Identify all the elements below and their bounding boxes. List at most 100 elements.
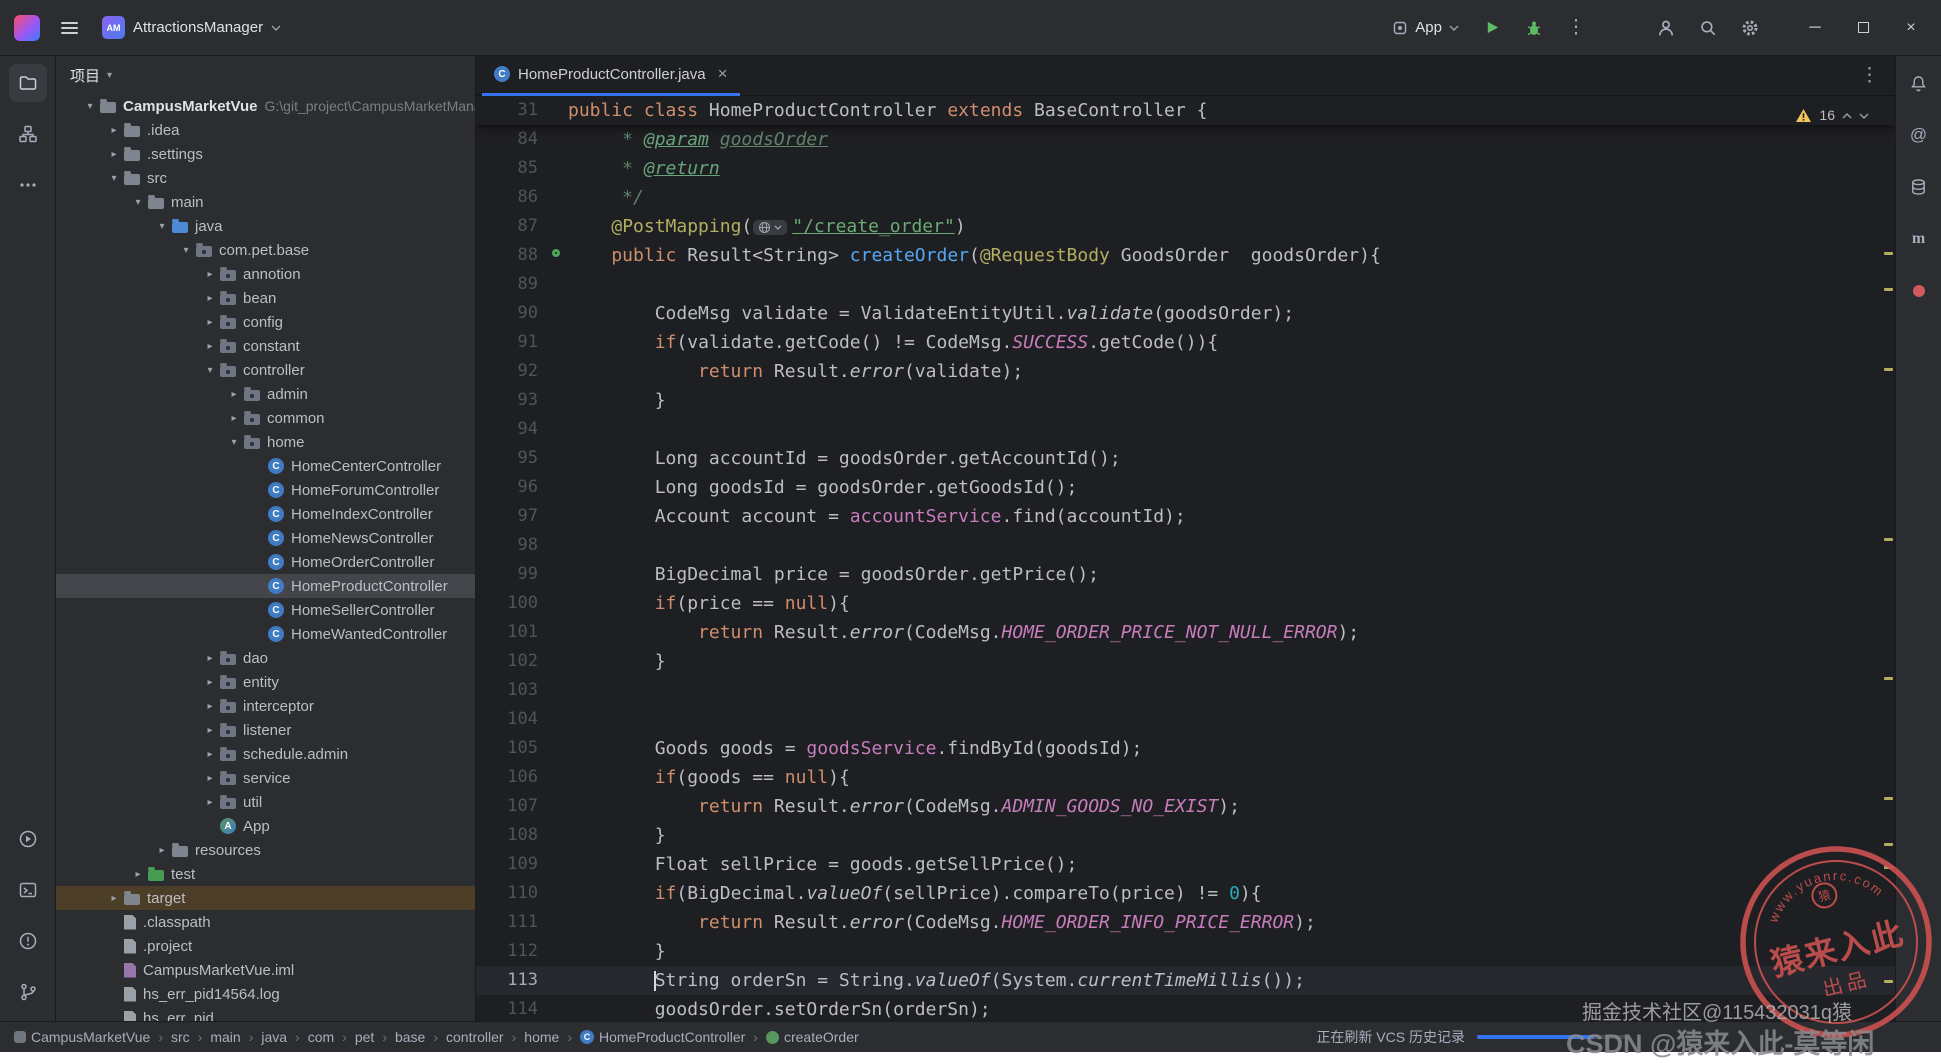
- database-button[interactable]: [1900, 168, 1938, 206]
- code-line-111[interactable]: 111 return Result.error(CodeMsg.HOME_ORD…: [476, 908, 1895, 937]
- chevron-down-icon[interactable]: [1859, 113, 1869, 119]
- tree-item-homeordercontroller[interactable]: CHomeOrderController: [56, 550, 475, 574]
- breadcrumb-com[interactable]: com: [308, 1029, 334, 1045]
- code-line-104[interactable]: 104: [476, 705, 1895, 734]
- breadcrumb-main[interactable]: main: [210, 1029, 240, 1045]
- tree-item-home[interactable]: ▾home: [56, 430, 475, 454]
- code-area[interactable]: 84 * @param goodsOrder85 * @return86 */8…: [476, 125, 1895, 1021]
- problems-tool-button[interactable]: [9, 922, 47, 960]
- close-button[interactable]: ×: [1889, 8, 1933, 48]
- project-tool-button[interactable]: [9, 64, 47, 102]
- project-widget[interactable]: AM AttractionsManager: [92, 9, 291, 47]
- warning-stripe-mark[interactable]: [1884, 368, 1893, 371]
- tree-item-hs-err-pid[interactable]: hs_err_pid…: [56, 1006, 475, 1021]
- tree-item-config[interactable]: ▸config: [56, 310, 475, 334]
- run-config-selector[interactable]: App: [1382, 9, 1469, 47]
- code-line-95[interactable]: 95 Long accountId = goodsOrder.getAccoun…: [476, 444, 1895, 473]
- tree-item-homesellercontroller[interactable]: CHomeSellerController: [56, 598, 475, 622]
- code-line-108[interactable]: 108 }: [476, 821, 1895, 850]
- tool-window-header[interactable]: 项目 ▾: [56, 56, 475, 94]
- plugin-button[interactable]: [1900, 272, 1938, 310]
- code-line-88[interactable]: 88 public Result<String> createOrder(@Re…: [476, 241, 1895, 270]
- terminal-tool-button[interactable]: [9, 871, 47, 909]
- code-line-90[interactable]: 90 CodeMsg validate = ValidateEntityUtil…: [476, 299, 1895, 328]
- structure-tool-button[interactable]: [9, 115, 47, 153]
- tree-item-schedule-admin[interactable]: ▸schedule.admin: [56, 742, 475, 766]
- warning-stripe-mark[interactable]: [1884, 677, 1893, 680]
- code-line-109[interactable]: 109 Float sellPrice = goods.getSellPrice…: [476, 850, 1895, 879]
- tree-item-homeforumcontroller[interactable]: CHomeForumController: [56, 478, 475, 502]
- main-menu-button[interactable]: [50, 9, 88, 47]
- tree-item-constant[interactable]: ▸constant: [56, 334, 475, 358]
- breadcrumb-campusmarketvue[interactable]: CampusMarketVue: [14, 1029, 150, 1045]
- code-line-93[interactable]: 93 }: [476, 386, 1895, 415]
- tree-item-homecentercontroller[interactable]: CHomeCenterController: [56, 454, 475, 478]
- code-line-92[interactable]: 92 return Result.error(validate);: [476, 357, 1895, 386]
- ai-assistant-button[interactable]: @: [1900, 116, 1938, 154]
- tree-item-homeproductcontroller[interactable]: CHomeProductController: [56, 574, 475, 598]
- tab-homeproductcontroller[interactable]: C HomeProductController.java ×: [482, 56, 740, 96]
- more-actions-button[interactable]: ⋮: [1557, 9, 1595, 47]
- code-line-89[interactable]: 89: [476, 270, 1895, 299]
- tree-item-app[interactable]: AApp: [56, 814, 475, 838]
- code-line-100[interactable]: 100 if(price == null){: [476, 589, 1895, 618]
- code-line-91[interactable]: 91 if(validate.getCode() != CodeMsg.SUCC…: [476, 328, 1895, 357]
- breadcrumb-java[interactable]: java: [261, 1029, 287, 1045]
- tree-item-classpath[interactable]: .classpath: [56, 910, 475, 934]
- code-line-31[interactable]: 31public class HomeProductController ext…: [476, 96, 1895, 125]
- tree-item-controller[interactable]: ▾controller: [56, 358, 475, 382]
- tree-item-test[interactable]: ▸test: [56, 862, 475, 886]
- warning-stripe-mark[interactable]: [1884, 252, 1893, 255]
- code-line-106[interactable]: 106 if(goods == null){: [476, 763, 1895, 792]
- code-line-96[interactable]: 96 Long goodsId = goodsOrder.getGoodsId(…: [476, 473, 1895, 502]
- settings-button[interactable]: [1731, 9, 1769, 47]
- maven-button[interactable]: m: [1900, 220, 1938, 258]
- chevron-up-icon[interactable]: [1842, 113, 1852, 119]
- breadcrumb-createorder[interactable]: createOrder: [766, 1029, 859, 1045]
- breadcrumb-base[interactable]: base: [395, 1029, 425, 1045]
- tree-item-entity[interactable]: ▸entity: [56, 670, 475, 694]
- code-line-84[interactable]: 84 * @param goodsOrder: [476, 125, 1895, 154]
- tree-item-bean[interactable]: ▸bean: [56, 286, 475, 310]
- tab-close-icon[interactable]: ×: [718, 64, 728, 84]
- tab-options-icon[interactable]: ⋮: [1860, 64, 1879, 87]
- tree-item-com-pet-base[interactable]: ▾com.pet.base: [56, 238, 475, 262]
- tree-item-util[interactable]: ▸util: [56, 790, 475, 814]
- notifications-button[interactable]: [1900, 64, 1938, 102]
- warning-stripe-mark[interactable]: [1884, 538, 1893, 541]
- code-line-98[interactable]: 98: [476, 531, 1895, 560]
- tree-item-campusmarketvue[interactable]: ▾CampusMarketVueG:\git_project\CampusMar…: [56, 94, 475, 118]
- tree-item-homenewscontroller[interactable]: CHomeNewsController: [56, 526, 475, 550]
- code-line-110[interactable]: 110 if(BigDecimal.valueOf(sellPrice).com…: [476, 879, 1895, 908]
- tree-item-settings[interactable]: ▸.settings: [56, 142, 475, 166]
- tree-item-hs-err-pid14564-log[interactable]: hs_err_pid14564.log: [56, 982, 475, 1006]
- tree-item-dao[interactable]: ▸dao: [56, 646, 475, 670]
- code-line-94[interactable]: 94: [476, 415, 1895, 444]
- breadcrumb-pet[interactable]: pet: [355, 1029, 374, 1045]
- code-line-85[interactable]: 85 * @return: [476, 154, 1895, 183]
- tree-item-homewantedcontroller[interactable]: CHomeWantedController: [56, 622, 475, 646]
- more-tool-windows-button[interactable]: [9, 166, 47, 204]
- tree-item-interceptor[interactable]: ▸interceptor: [56, 694, 475, 718]
- run-tool-button[interactable]: [9, 820, 47, 858]
- tree-item-project[interactable]: .project: [56, 934, 475, 958]
- tree-item-resources[interactable]: ▸resources: [56, 838, 475, 862]
- tree-item-common[interactable]: ▸common: [56, 406, 475, 430]
- tree-item-campusmarketvue-iml[interactable]: CampusMarketVue.iml: [56, 958, 475, 982]
- warning-stripe-mark[interactable]: [1884, 797, 1893, 800]
- code-line-103[interactable]: 103: [476, 676, 1895, 705]
- editor[interactable]: 31public class HomeProductController ext…: [476, 96, 1895, 1021]
- tree-item-service[interactable]: ▸service: [56, 766, 475, 790]
- tree-item-homeindexcontroller[interactable]: CHomeIndexController: [56, 502, 475, 526]
- version-control-tool-button[interactable]: [9, 973, 47, 1011]
- code-line-99[interactable]: 99 BigDecimal price = goodsOrder.getPric…: [476, 560, 1895, 589]
- code-line-112[interactable]: 112 }: [476, 937, 1895, 966]
- code-line-87[interactable]: 87 @PostMapping("/create_order"): [476, 212, 1895, 241]
- tree-item-annotion[interactable]: ▸annotion: [56, 262, 475, 286]
- code-line-102[interactable]: 102 }: [476, 647, 1895, 676]
- tree-item-main[interactable]: ▾main: [56, 190, 475, 214]
- code-line-86[interactable]: 86 */: [476, 183, 1895, 212]
- code-line-101[interactable]: 101 return Result.error(CodeMsg.HOME_ORD…: [476, 618, 1895, 647]
- url-inlay[interactable]: [753, 220, 787, 235]
- breadcrumb-controller[interactable]: controller: [446, 1029, 504, 1045]
